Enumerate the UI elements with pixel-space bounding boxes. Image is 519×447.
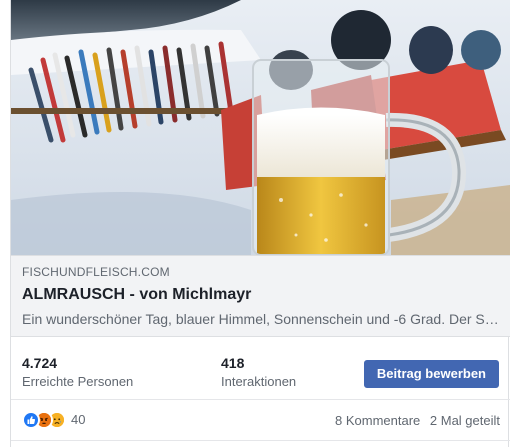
post-insights: 4.724 Erreichte Personen 418 Interaktion…	[11, 345, 510, 401]
engagement-counts: 8 Kommentare 2 Mal geteilt	[329, 412, 500, 430]
reach-stat: 4.724 Erreichte Personen	[22, 354, 133, 391]
promote-post-button[interactable]: Beitrag bewerben	[363, 360, 499, 388]
link-title[interactable]: ALMRAUSCH - von Michlmayr	[22, 285, 499, 305]
engagement-stat: 418 Interaktionen	[221, 354, 296, 391]
reach-label: Erreichte Personen	[22, 374, 134, 389]
like-icon	[22, 411, 40, 429]
reaction-count: 40	[71, 412, 86, 427]
post-card: FISCHUNDFLEISCH.COM ALMRAUSCH - von Mich…	[10, 0, 510, 447]
link-description: Ein wunderschöner Tag, blauer Himmel, So…	[22, 311, 500, 327]
engagement-label: Interaktionen	[221, 374, 297, 389]
post-footer: 40 8 Kommentare 2 Mal geteilt	[11, 400, 510, 440]
reactions-summary[interactable]: 40	[22, 411, 85, 429]
link-preview[interactable]: FISCHUNDFLEISCH.COM ALMRAUSCH - von Mich…	[11, 255, 510, 337]
link-preview-image[interactable]	[11, 0, 510, 255]
reach-value: 4.724	[22, 355, 58, 371]
link-domain: FISCHUNDFLEISCH.COM	[22, 265, 170, 279]
shares-count-link[interactable]: 2 Mal geteilt	[430, 413, 500, 428]
beer-on-ski-slope-photo	[11, 0, 510, 255]
comments-count-link[interactable]: 8 Kommentare	[335, 413, 420, 428]
engagement-value: 418	[221, 355, 245, 371]
footer-divider	[11, 440, 510, 441]
